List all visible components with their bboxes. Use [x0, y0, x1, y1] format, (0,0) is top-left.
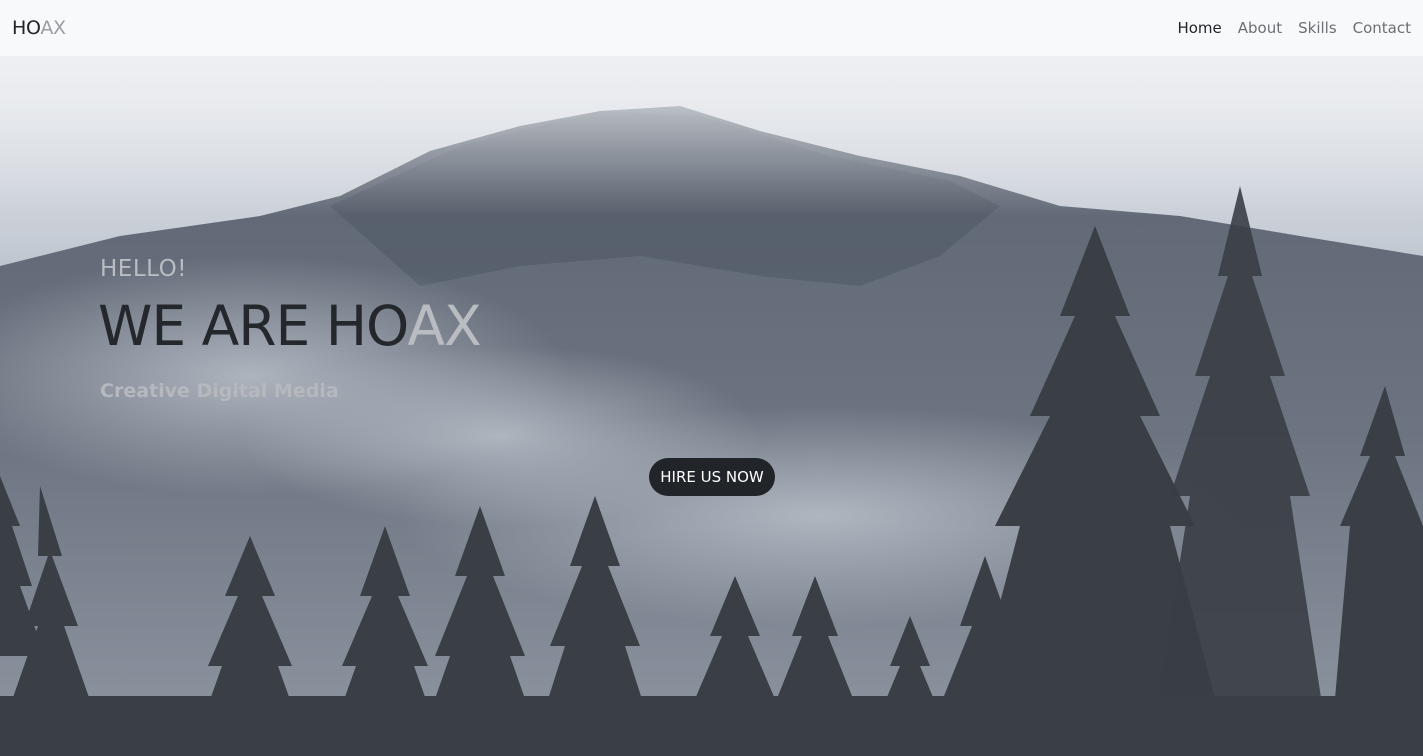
nav-link-skills[interactable]: Skills	[1290, 18, 1345, 38]
nav-links: Home About Skills Contact	[1169, 18, 1411, 38]
hero-greeting: HELLO!	[100, 256, 187, 282]
nav-link-about[interactable]: About	[1230, 18, 1290, 38]
hero-headline-dark-part: WE ARE HO	[98, 294, 408, 358]
hero-tagline: Creative Digital Media	[100, 380, 339, 402]
hire-us-button[interactable]: HIRE US NOW	[649, 458, 775, 496]
hero-section: HELLO! WE ARE HOAX Creative Digital Medi…	[0, 56, 1423, 756]
hero-background-forest-image	[0, 56, 1423, 756]
hero-headline: WE ARE HOAX	[98, 294, 482, 358]
brand-logo[interactable]: HOAX	[12, 16, 66, 40]
nav-link-contact[interactable]: Contact	[1345, 18, 1411, 38]
top-navbar: HOAX Home About Skills Contact	[0, 0, 1423, 56]
hero-headline-light-part: AX	[407, 294, 481, 358]
brand-logo-light-part: AX	[40, 17, 66, 39]
nav-link-home[interactable]: Home	[1169, 18, 1229, 38]
brand-logo-dark-part: HO	[12, 17, 41, 39]
